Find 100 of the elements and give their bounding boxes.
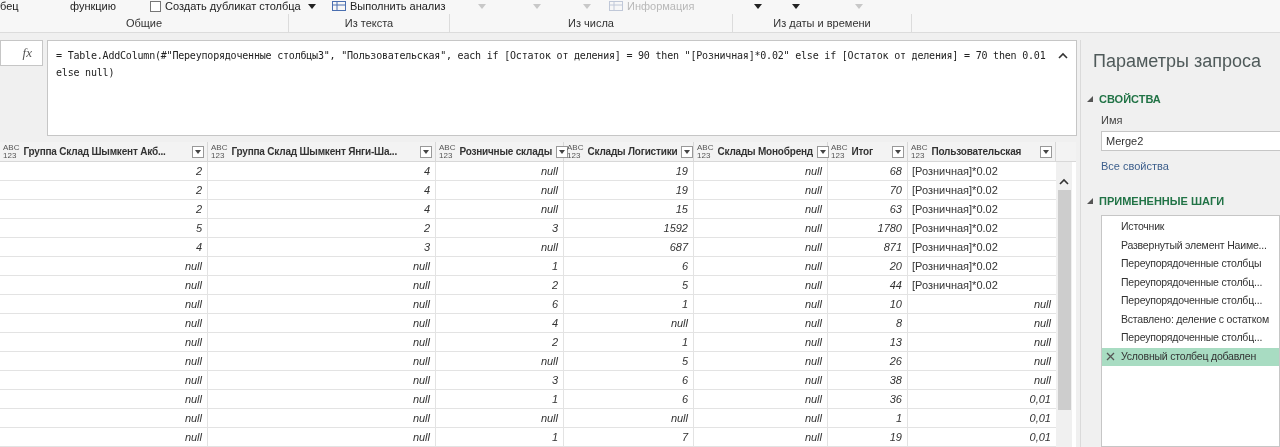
type-icon[interactable]: ABC 123 xyxy=(831,143,848,160)
ribbon-button[interactable]: Выполнить анализ xyxy=(332,0,446,15)
table-cell: 3 xyxy=(436,219,564,237)
table-cell: 2 xyxy=(436,333,564,351)
table-cell: 6 xyxy=(436,295,564,313)
expand-icon[interactable] xyxy=(1087,96,1093,103)
table-cell: null xyxy=(436,409,564,427)
table-cell: null xyxy=(208,276,436,294)
ribbon-label[interactable]: функцию xyxy=(70,0,116,15)
table-cell: null xyxy=(694,200,828,218)
table-cell: 8 xyxy=(828,314,908,332)
table-cell: 36 xyxy=(828,390,908,408)
fx-label[interactable]: fx xyxy=(22,43,32,63)
table-cell-text: 0,01 xyxy=(1028,430,1052,445)
step-item[interactable]: Переупорядоченные столбц... xyxy=(1102,292,1279,311)
table-cell: null xyxy=(0,276,208,294)
table-cell: 2 xyxy=(0,200,208,218)
table-cell: null xyxy=(436,200,564,218)
group-label: Из числа xyxy=(568,15,614,31)
column-name: Склады Монобренд xyxy=(717,145,813,159)
table-cell: 2 xyxy=(436,276,564,294)
table-cell-text: [Розничная]*0.02 xyxy=(911,240,999,255)
table-cell: 44 xyxy=(828,276,908,294)
table-cell: null xyxy=(0,257,208,275)
table-cell: null xyxy=(208,333,436,351)
type-icon[interactable]: ABC 123 xyxy=(3,143,20,160)
group-label: Общие xyxy=(125,15,163,31)
table-cell: 4 xyxy=(0,238,208,256)
field-label: Имя xyxy=(1101,112,1124,128)
checkbox[interactable] xyxy=(150,0,161,12)
step-item[interactable]: Источник xyxy=(1102,218,1279,237)
table-cell: 19 xyxy=(564,181,694,199)
filter-button[interactable] xyxy=(681,145,694,158)
caret-icon[interactable] xyxy=(308,3,316,9)
table-cell: 2 xyxy=(0,181,208,199)
table-cell: null xyxy=(0,390,208,408)
table-cell: 1 xyxy=(564,333,694,351)
table-cell: null xyxy=(0,352,208,370)
table-cell: 5 xyxy=(564,276,694,294)
table-cell: 15 xyxy=(564,200,694,218)
table-cell: null xyxy=(0,314,208,332)
table-cell-text: 0,01 xyxy=(1028,392,1052,407)
table-cell-text: [Розничная]*0.02 xyxy=(911,278,999,293)
table-cell: null xyxy=(208,295,436,313)
expand-icon[interactable] xyxy=(1087,197,1093,204)
caret-icon xyxy=(423,149,429,154)
table-icon xyxy=(332,1,346,11)
table-cell: null xyxy=(208,409,436,427)
table-cell: 2 xyxy=(208,219,436,237)
ribbon-label[interactable]: бец xyxy=(0,0,19,15)
table-cell-text: [Розничная]*0.02 xyxy=(911,183,999,198)
type-icon[interactable]: ABC 123 xyxy=(911,143,928,160)
name-field[interactable]: Merge2 xyxy=(1101,131,1280,151)
table-cell: 1 xyxy=(828,409,908,427)
filter-button[interactable] xyxy=(817,145,829,158)
type-icon[interactable]: ABC 123 xyxy=(697,143,714,160)
step-item[interactable]: Условный столбец добавлен xyxy=(1102,347,1279,366)
table-cell: 1 xyxy=(436,428,564,446)
table-cell: null xyxy=(694,219,828,237)
type-icon[interactable]: ABC 123 xyxy=(439,143,456,160)
table-cell: 6 xyxy=(564,371,694,389)
step-item[interactable]: Переупорядоченные столбц... xyxy=(1102,329,1279,348)
table-cell: null xyxy=(694,295,828,313)
filter-button[interactable] xyxy=(1040,145,1052,158)
caret-icon[interactable] xyxy=(792,3,800,9)
table-cell: null xyxy=(694,162,828,180)
table-cell: null xyxy=(208,428,436,446)
step-item[interactable]: Переупорядоченные столбцы xyxy=(1102,255,1279,274)
table-cell: null xyxy=(564,409,694,427)
all-properties-link[interactable]: Все свойства xyxy=(1101,158,1169,175)
table-cell: null xyxy=(436,352,564,370)
group-label: Из текста xyxy=(344,15,394,31)
filter-button[interactable] xyxy=(192,145,204,158)
table-cell: 20 xyxy=(828,257,908,275)
table-cell: null xyxy=(0,428,208,446)
caret-icon xyxy=(895,149,901,154)
column-name: Розничные склады xyxy=(459,145,553,159)
table-cell: null xyxy=(694,409,828,427)
collapse-icon[interactable] xyxy=(1058,52,1068,59)
step-item[interactable]: Вставлено: деление с остатком xyxy=(1102,310,1279,329)
table-icon xyxy=(609,1,623,11)
table-cell: 38 xyxy=(828,371,908,389)
table-cell: null xyxy=(436,181,564,199)
table-cell: 19 xyxy=(564,162,694,180)
step-item[interactable]: Переупорядоченные столбц... xyxy=(1102,273,1279,292)
table-cell: null xyxy=(694,352,828,370)
table-cell: null xyxy=(436,162,564,180)
formula-field[interactable]: = Table.AddColumn(#"Переупорядоченные столбцы3", "Пользовательская", each if [Остаток от деления] = 90 then "[Розничная]*0.02" else if [Остаток от деления] = 70 then 0.01 else null) xyxy=(47,40,1077,136)
table-cell: null xyxy=(208,352,436,370)
filter-button[interactable] xyxy=(892,145,904,158)
table-cell: 7 xyxy=(564,428,694,446)
filter-button[interactable] xyxy=(420,145,432,158)
column-name: Итог xyxy=(851,145,874,159)
caret-icon xyxy=(684,149,691,154)
table-cell: null xyxy=(694,276,828,294)
step-item[interactable]: Развернутый элемент Наиме... xyxy=(1102,236,1279,255)
type-icon[interactable]: ABC 123 xyxy=(211,143,228,160)
scrollbar[interactable] xyxy=(1056,162,1072,447)
filter-button[interactable] xyxy=(556,145,569,158)
caret-icon[interactable] xyxy=(754,3,762,9)
